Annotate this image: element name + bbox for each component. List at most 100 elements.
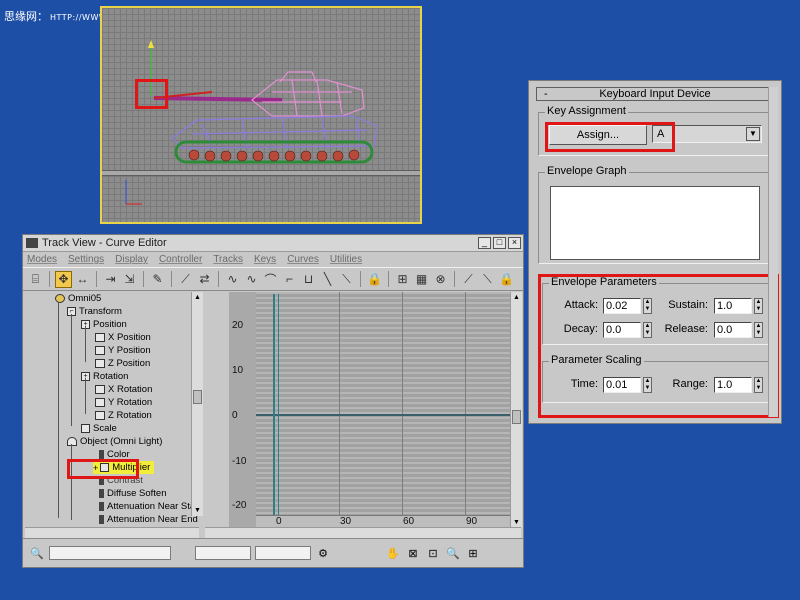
selected-object-field[interactable] [49,546,171,560]
menu-display[interactable]: Display [115,254,148,265]
scale-keys-icon[interactable]: ⇲ [121,271,138,288]
tree-item-z-position[interactable]: Z Position [95,357,150,370]
x-tick-label: 90 [466,516,478,527]
tree-item-rotation[interactable]: + Rotation [81,370,128,383]
slide-keys-icon[interactable]: ⇥ [102,271,119,288]
lock-selection-icon[interactable]: 🔒 [366,271,383,288]
maximize-button[interactable]: □ [493,237,506,249]
zoom-icon[interactable]: 🔍 [445,547,461,560]
rollout-header[interactable]: - Keyboard Input Device [536,87,774,101]
tree-item-attenuation-near-start[interactable]: Attenuation Near Start [99,500,201,513]
y-tick-label: -10 [232,456,247,467]
y-tick-label: 0 [232,410,238,421]
scroll-thumb[interactable] [512,410,521,424]
menu-tracks[interactable]: Tracks [213,254,243,265]
zoom-selected-icon[interactable]: 🔍 [29,547,45,560]
light-icon [55,294,65,303]
scroll-up-icon[interactable]: ▲ [511,292,522,303]
tree-item-transform[interactable]: ⌐ Transform [67,305,122,318]
minimize-button[interactable]: _ [478,237,491,249]
tree-item-attenuation-near-end[interactable]: Attenuation Near End [99,513,198,526]
scroll-down-icon[interactable]: ▼ [192,505,203,516]
parameter-curve-icon[interactable]: ▦ [413,271,430,288]
rollout-title: Keyboard Input Device [599,88,711,100]
tree-item-y-position[interactable]: Y Position [95,344,151,357]
x-tick-label: 30 [340,516,352,527]
show-tangents-icon[interactable]: ⟋ [460,271,477,288]
tree-item-label: Omni05 [68,293,102,304]
tree-item-y-rotation[interactable]: Y Rotation [95,396,152,409]
tree-vertical-scrollbar[interactable]: ▲ ▼ [191,292,203,516]
tree-item-z-rotation[interactable]: Z Rotation [95,409,152,422]
tangent-auto-icon[interactable]: ∿ [224,271,241,288]
y-tick-label: 20 [232,320,244,331]
tree-item-x-rotation[interactable]: X Rotation [95,383,152,396]
chevron-down-icon[interactable]: ▼ [746,127,760,141]
pan-icon[interactable]: ✋ [385,547,401,560]
watermark-site-name: 思缘网： [4,10,48,23]
draw-curves-icon[interactable]: ⟋ [177,271,194,288]
menu-utilities[interactable]: Utilities [330,254,362,265]
scroll-thumb[interactable] [193,390,202,404]
reduce-keys-icon[interactable]: ⇄ [196,271,213,288]
tree-item-x-position[interactable]: X Position [95,331,151,344]
window-title: Track View - Curve Editor [42,237,167,249]
tree-item-label: Y Rotation [108,397,153,408]
tree-item-diffuse-soften[interactable]: Diffuse Soften [99,487,167,500]
tangent-custom-icon[interactable]: ∿ [243,271,260,288]
zoom-horizontal-extents-icon[interactable]: ⊠ [405,547,421,560]
track-icon [95,359,105,368]
lock-icon[interactable]: 🔒 [498,271,515,288]
show-keyable-icon[interactable]: ⊗ [432,271,449,288]
track-icon [95,398,105,407]
track-icon [95,346,105,355]
tree-item-label: Position [93,319,127,330]
scroll-up-icon[interactable]: ▲ [192,292,203,303]
tree-item-omni05[interactable]: Omni05 [55,292,101,305]
zoom-value-extents-icon[interactable]: ⊡ [425,547,441,560]
menu-settings[interactable]: Settings [68,254,104,265]
tree-item-label: Z Position [108,358,151,369]
app-icon [26,238,38,248]
menu-controller[interactable]: Controller [159,254,202,265]
graph-vertical-scrollbar[interactable]: ▲ ▼ [510,292,522,528]
time-slider-line[interactable] [273,294,275,516]
tree-item-label: Object (Omni Light) [80,436,163,447]
tangent-fast-icon[interactable]: ⌒ [262,271,279,288]
zoom-region-icon[interactable]: ⊞ [465,547,481,560]
envelope-graph-display [550,186,760,260]
curve-editor-graph[interactable]: 20 10 0 -10 -20 0 30 60 90 [229,292,519,528]
menu-keys[interactable]: Keys [254,254,276,265]
tangent-linear-icon[interactable]: ╲ [319,271,336,288]
tree-item-label: Attenuation Near End [107,514,198,525]
show-selected-keys-icon[interactable]: ⚙ [315,547,331,560]
y-tick-label: 10 [232,365,244,376]
lock-tangents-icon[interactable]: ⟍ [479,271,496,288]
x-tick-label: 60 [403,516,415,527]
frame-field[interactable] [195,546,251,560]
tree-item-object[interactable]: Object (Omni Light) [67,435,162,448]
add-keys-icon[interactable]: ✎ [149,271,166,288]
filters-icon[interactable]: ⌸ [27,271,44,288]
snap-frames-icon[interactable]: ⊞ [394,271,411,288]
menu-modes[interactable]: Modes [27,254,57,265]
panel-scrollbar[interactable] [768,87,778,417]
value-field[interactable] [255,546,311,560]
tangent-slow-icon[interactable]: ⌐ [281,271,298,288]
tangent-smooth-icon[interactable]: ⟍ [338,271,355,288]
tree-item-position[interactable]: + Position [81,318,127,331]
track-icon [95,385,105,394]
menu-bar: Modes Settings Display Controller Tracks… [23,252,523,267]
track-view-toolbar: ⌸ ✥ ↔ ⇥ ⇲ ✎ ⟋ ⇄ ∿ ∿ ⌒ ⌐ ⊔ ╲ ⟍ 🔒 ⊞ ▦ ⊗ ⟋ … [23,267,523,291]
collapse-icon[interactable]: - [544,88,548,100]
tangent-step-icon[interactable]: ⊔ [300,271,317,288]
param-icon [99,450,104,459]
tree-item-scale[interactable]: Scale [81,422,117,435]
move-keys-icon[interactable]: ✥ [55,270,72,288]
perspective-viewport[interactable] [100,6,422,224]
move-horizontal-icon[interactable]: ↔ [74,271,91,288]
tree-item-label: Transform [79,306,122,317]
key-assignment-highlight [545,122,675,152]
close-button[interactable]: × [508,237,521,249]
menu-curves[interactable]: Curves [287,254,319,265]
